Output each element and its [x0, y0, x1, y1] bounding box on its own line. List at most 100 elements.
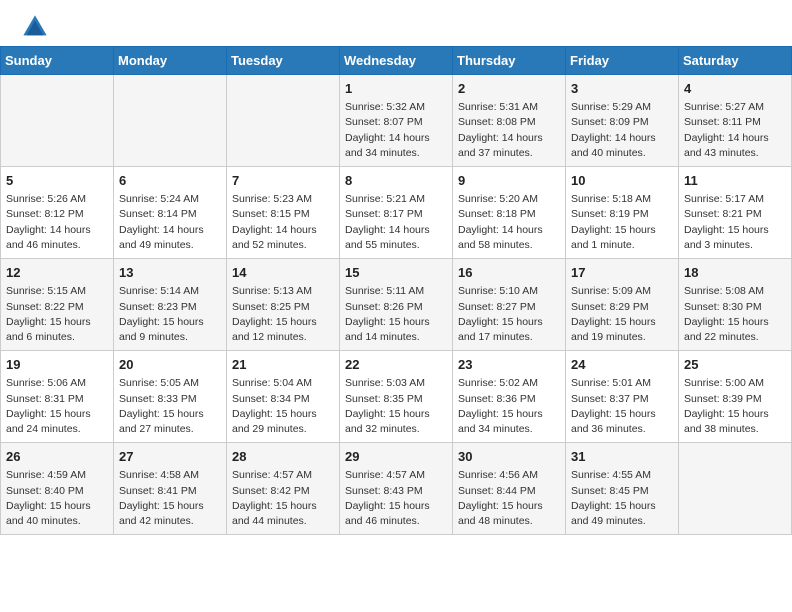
day-info: Sunrise: 5:20 AM Sunset: 8:18 PM Dayligh…: [458, 192, 560, 253]
day-cell: 2 Sunrise: 5:31 AM Sunset: 8:08 PM Daylig…: [453, 75, 566, 167]
day-info: Sunrise: 4:58 AM Sunset: 8:41 PM Dayligh…: [119, 468, 221, 529]
weekday-header-friday: Friday: [566, 47, 679, 75]
day-info: Sunrise: 4:57 AM Sunset: 8:43 PM Dayligh…: [345, 468, 447, 529]
day-info: Sunrise: 5:05 AM Sunset: 8:33 PM Dayligh…: [119, 376, 221, 437]
day-number: 4: [684, 80, 786, 98]
week-row-2: 5 Sunrise: 5:26 AM Sunset: 8:12 PM Daylig…: [1, 167, 792, 259]
day-cell: 3 Sunrise: 5:29 AM Sunset: 8:09 PM Daylig…: [566, 75, 679, 167]
day-cell: 21 Sunrise: 5:04 AM Sunset: 8:34 PM Dayli…: [227, 351, 340, 443]
day-cell: 27 Sunrise: 4:58 AM Sunset: 8:41 PM Dayli…: [114, 443, 227, 535]
day-cell: 17 Sunrise: 5:09 AM Sunset: 8:29 PM Dayli…: [566, 259, 679, 351]
day-info: Sunrise: 5:32 AM Sunset: 8:07 PM Dayligh…: [345, 100, 447, 161]
day-info: Sunrise: 5:04 AM Sunset: 8:34 PM Dayligh…: [232, 376, 334, 437]
day-number: 24: [571, 356, 673, 374]
day-cell: 14 Sunrise: 5:13 AM Sunset: 8:25 PM Dayli…: [227, 259, 340, 351]
calendar-header: SundayMondayTuesdayWednesdayThursdayFrid…: [1, 47, 792, 75]
day-info: Sunrise: 4:56 AM Sunset: 8:44 PM Dayligh…: [458, 468, 560, 529]
day-number: 7: [232, 172, 334, 190]
day-number: 3: [571, 80, 673, 98]
day-number: 18: [684, 264, 786, 282]
day-number: 29: [345, 448, 447, 466]
day-info: Sunrise: 5:03 AM Sunset: 8:35 PM Dayligh…: [345, 376, 447, 437]
day-number: 15: [345, 264, 447, 282]
day-info: Sunrise: 5:31 AM Sunset: 8:08 PM Dayligh…: [458, 100, 560, 161]
week-row-4: 19 Sunrise: 5:06 AM Sunset: 8:31 PM Dayli…: [1, 351, 792, 443]
day-cell: 13 Sunrise: 5:14 AM Sunset: 8:23 PM Dayli…: [114, 259, 227, 351]
week-row-5: 26 Sunrise: 4:59 AM Sunset: 8:40 PM Dayli…: [1, 443, 792, 535]
day-number: 16: [458, 264, 560, 282]
day-cell: 12 Sunrise: 5:15 AM Sunset: 8:22 PM Dayli…: [1, 259, 114, 351]
day-info: Sunrise: 5:24 AM Sunset: 8:14 PM Dayligh…: [119, 192, 221, 253]
day-info: Sunrise: 5:00 AM Sunset: 8:39 PM Dayligh…: [684, 376, 786, 437]
day-number: 5: [6, 172, 108, 190]
day-cell: 18 Sunrise: 5:08 AM Sunset: 8:30 PM Dayli…: [679, 259, 792, 351]
day-info: Sunrise: 5:08 AM Sunset: 8:30 PM Dayligh…: [684, 284, 786, 345]
day-cell: 23Sunrise: 5:02 AM Sunset: 8:36 PM Dayli…: [453, 351, 566, 443]
day-cell: [679, 443, 792, 535]
day-info: Sunrise: 4:57 AM Sunset: 8:42 PM Dayligh…: [232, 468, 334, 529]
day-number: 26: [6, 448, 108, 466]
calendar-table: SundayMondayTuesdayWednesdayThursdayFrid…: [0, 46, 792, 535]
day-cell: 11 Sunrise: 5:17 AM Sunset: 8:21 PM Dayli…: [679, 167, 792, 259]
day-info: Sunrise: 5:15 AM Sunset: 8:22 PM Dayligh…: [6, 284, 108, 345]
day-info: Sunrise: 5:01 AM Sunset: 8:37 PM Dayligh…: [571, 376, 673, 437]
day-cell: 20 Sunrise: 5:05 AM Sunset: 8:33 PM Dayli…: [114, 351, 227, 443]
day-info: Sunrise: 4:59 AM Sunset: 8:40 PM Dayligh…: [6, 468, 108, 529]
day-info: Sunrise: 5:17 AM Sunset: 8:21 PM Dayligh…: [684, 192, 786, 253]
calendar-container: SundayMondayTuesdayWednesdayThursdayFrid…: [0, 46, 792, 535]
day-cell: 15Sunrise: 5:11 AM Sunset: 8:26 PM Dayli…: [340, 259, 453, 351]
weekday-row: SundayMondayTuesdayWednesdayThursdayFrid…: [1, 47, 792, 75]
day-cell: 31Sunrise: 4:55 AM Sunset: 8:45 PM Dayli…: [566, 443, 679, 535]
day-number: 20: [119, 356, 221, 374]
day-info: Sunrise: 5:29 AM Sunset: 8:09 PM Dayligh…: [571, 100, 673, 161]
day-number: 28: [232, 448, 334, 466]
day-cell: 24 Sunrise: 5:01 AM Sunset: 8:37 PM Dayli…: [566, 351, 679, 443]
weekday-header-wednesday: Wednesday: [340, 47, 453, 75]
day-number: 22: [345, 356, 447, 374]
day-number: 12: [6, 264, 108, 282]
day-number: 9: [458, 172, 560, 190]
header: [0, 0, 792, 46]
day-number: 19: [6, 356, 108, 374]
day-cell: 22 Sunrise: 5:03 AM Sunset: 8:35 PM Dayli…: [340, 351, 453, 443]
day-cell: 6 Sunrise: 5:24 AM Sunset: 8:14 PM Daylig…: [114, 167, 227, 259]
day-cell: 29 Sunrise: 4:57 AM Sunset: 8:43 PM Dayli…: [340, 443, 453, 535]
day-number: 25: [684, 356, 786, 374]
weekday-header-sunday: Sunday: [1, 47, 114, 75]
weekday-header-saturday: Saturday: [679, 47, 792, 75]
day-number: 14: [232, 264, 334, 282]
day-number: 2: [458, 80, 560, 98]
day-info: Sunrise: 5:14 AM Sunset: 8:23 PM Dayligh…: [119, 284, 221, 345]
day-info: Sunrise: 5:13 AM Sunset: 8:25 PM Dayligh…: [232, 284, 334, 345]
day-cell: [114, 75, 227, 167]
day-info: Sunrise: 5:26 AM Sunset: 8:12 PM Dayligh…: [6, 192, 108, 253]
day-number: 13: [119, 264, 221, 282]
day-cell: 30 Sunrise: 4:56 AM Sunset: 8:44 PM Dayli…: [453, 443, 566, 535]
week-row-3: 12 Sunrise: 5:15 AM Sunset: 8:22 PM Dayli…: [1, 259, 792, 351]
day-number: 31: [571, 448, 673, 466]
day-cell: 9 Sunrise: 5:20 AM Sunset: 8:18 PM Daylig…: [453, 167, 566, 259]
day-number: 6: [119, 172, 221, 190]
day-info: Sunrise: 5:23 AM Sunset: 8:15 PM Dayligh…: [232, 192, 334, 253]
day-number: 21: [232, 356, 334, 374]
day-cell: 26 Sunrise: 4:59 AM Sunset: 8:40 PM Dayli…: [1, 443, 114, 535]
calendar-body: 1 Sunrise: 5:32 AM Sunset: 8:07 PM Daylig…: [1, 75, 792, 535]
logo-icon: [20, 12, 50, 42]
weekday-header-thursday: Thursday: [453, 47, 566, 75]
day-number: 1: [345, 80, 447, 98]
day-cell: 28 Sunrise: 4:57 AM Sunset: 8:42 PM Dayli…: [227, 443, 340, 535]
day-info: Sunrise: 5:02 AM Sunset: 8:36 PM Dayligh…: [458, 376, 560, 437]
day-info: Sunrise: 5:06 AM Sunset: 8:31 PM Dayligh…: [6, 376, 108, 437]
day-cell: 19 Sunrise: 5:06 AM Sunset: 8:31 PM Dayli…: [1, 351, 114, 443]
logo: [20, 12, 54, 42]
weekday-header-monday: Monday: [114, 47, 227, 75]
day-number: 8: [345, 172, 447, 190]
day-number: 11: [684, 172, 786, 190]
day-number: 27: [119, 448, 221, 466]
day-cell: 10Sunrise: 5:18 AM Sunset: 8:19 PM Dayli…: [566, 167, 679, 259]
day-info: Sunrise: 5:09 AM Sunset: 8:29 PM Dayligh…: [571, 284, 673, 345]
day-cell: 4Sunrise: 5:27 AM Sunset: 8:11 PM Daylig…: [679, 75, 792, 167]
day-number: 30: [458, 448, 560, 466]
day-number: 17: [571, 264, 673, 282]
day-cell: 7 Sunrise: 5:23 AM Sunset: 8:15 PM Daylig…: [227, 167, 340, 259]
